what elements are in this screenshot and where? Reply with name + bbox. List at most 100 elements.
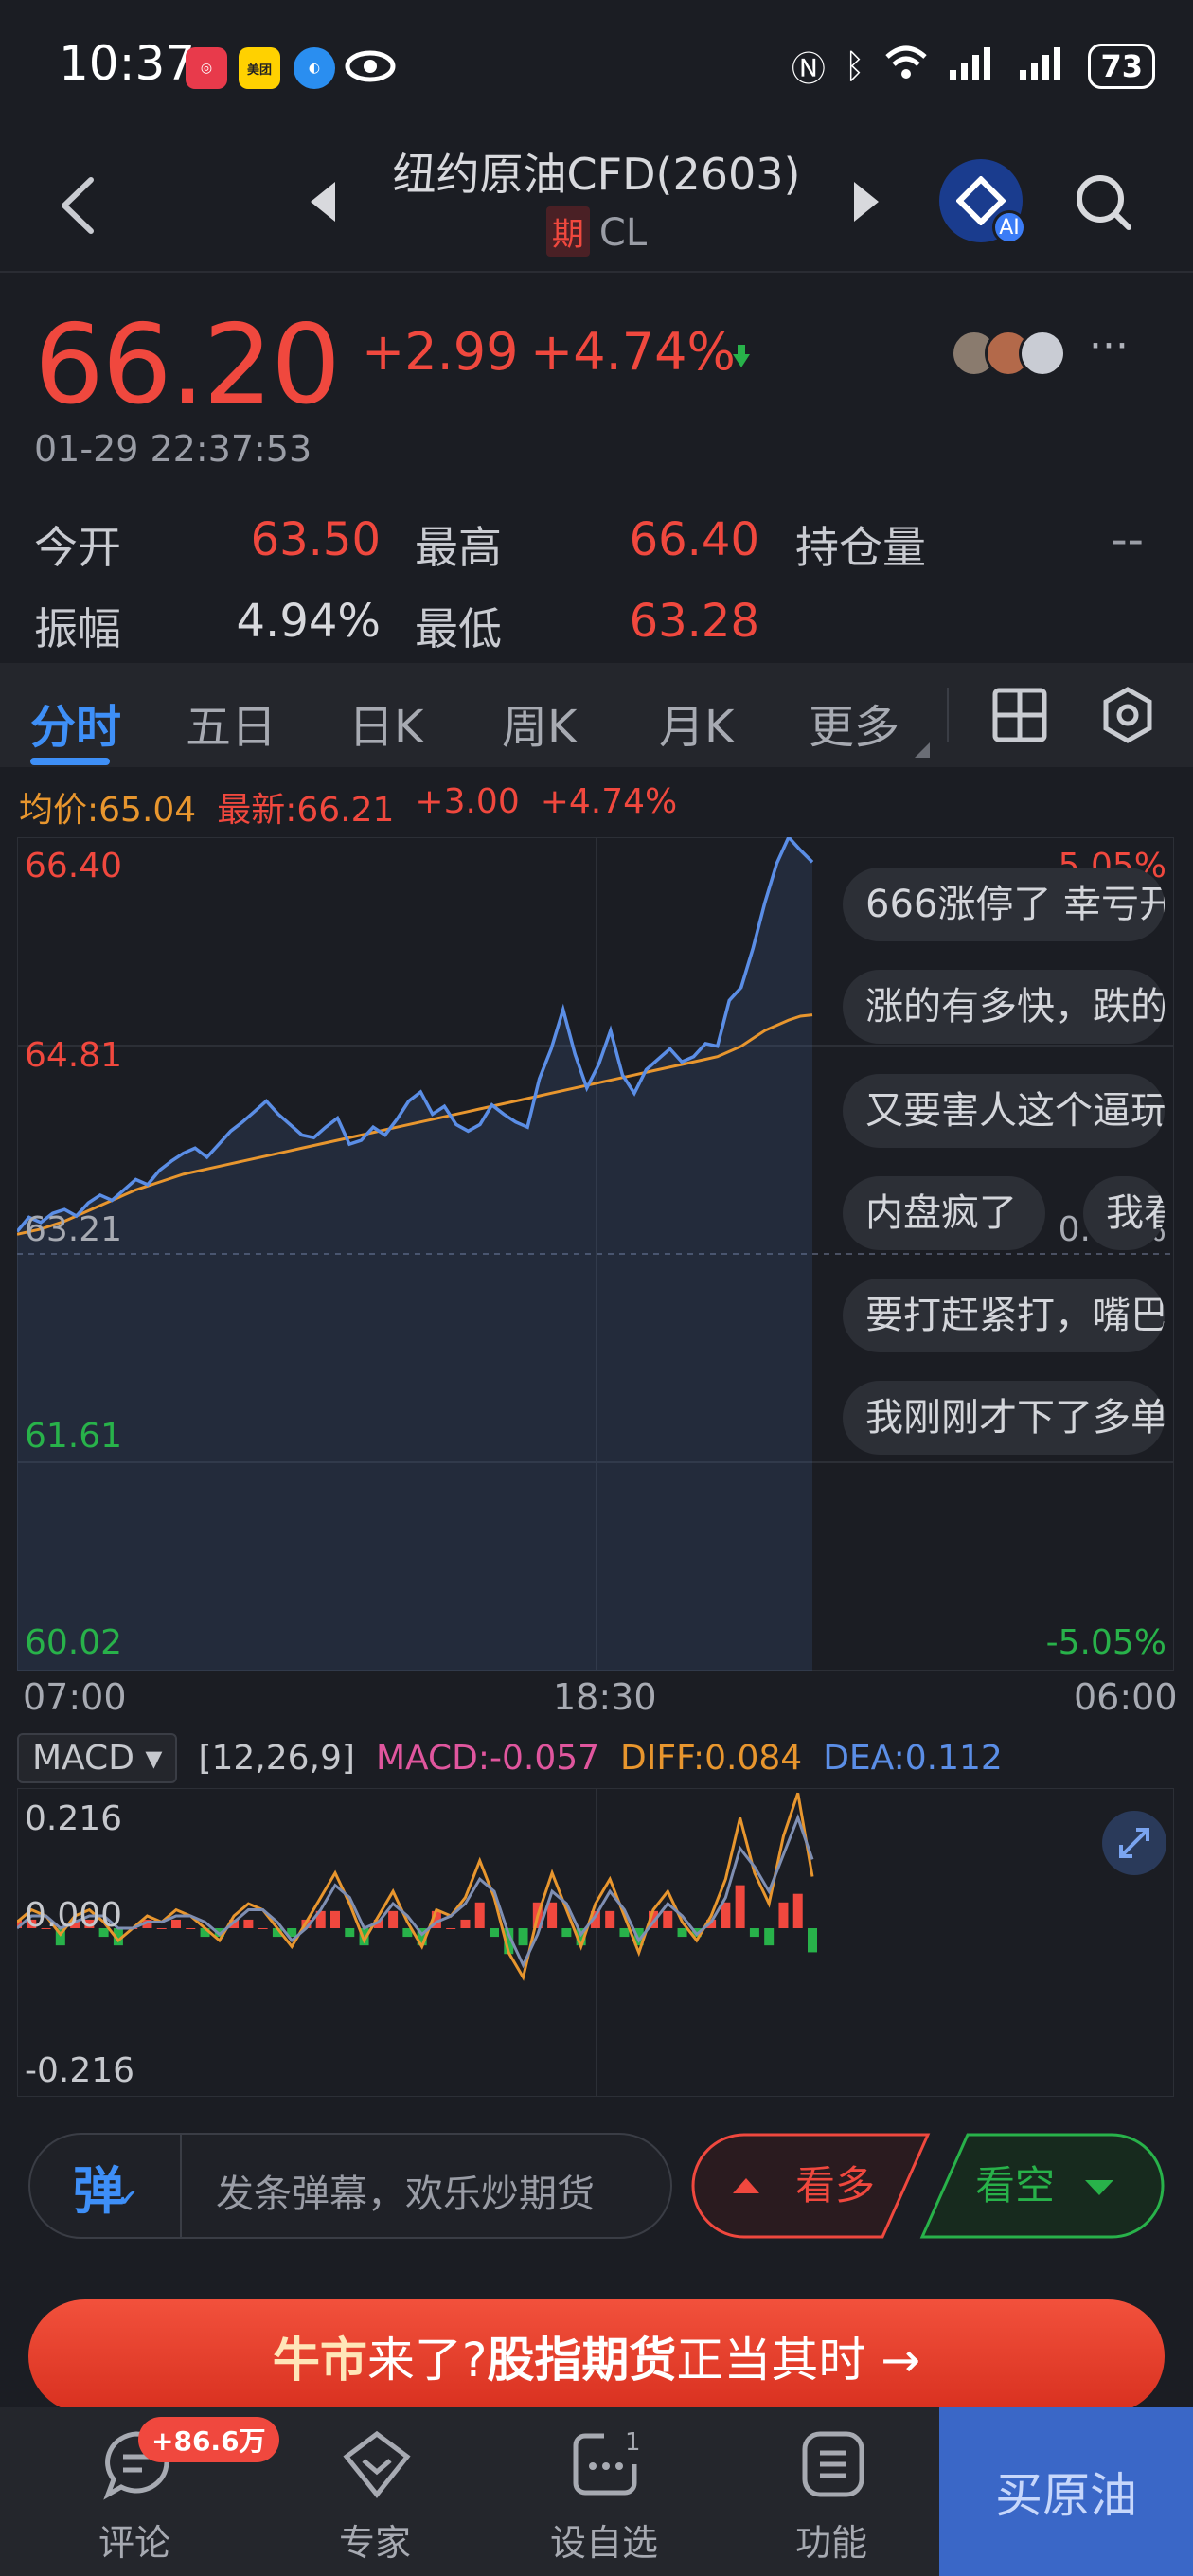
macd-hist-bar [792,1893,803,1928]
macd-hist-bar [547,1902,558,1928]
ai-label: AI [992,210,1026,244]
macd-hist-bar [243,1919,254,1928]
settings-icon[interactable] [1098,686,1157,748]
legend-pct: +4.74% [540,782,678,821]
macd-hist-bar [735,1885,745,1928]
danmu-bubble[interactable]: 要打赶紧打，嘴巴 [843,1279,1165,1352]
diff-value: DIFF:0.084 [620,1738,803,1778]
nav-expert-label: 专家 [338,2522,411,2564]
danmu-bubble[interactable]: 我看 [1083,1176,1165,1250]
legend-change: +3.00 [415,782,520,821]
legend-latest: 最新:66.21 [217,791,395,830]
nav-watchlist[interactable]: 设自选 [490,2407,718,2576]
app-icon: ◎ [186,47,227,89]
expand-icon[interactable] [1102,1811,1166,1875]
expert-icon [343,2430,411,2499]
indicator-select[interactable]: MACD ▾ [17,1732,178,1783]
macd-hist-bar [474,1902,485,1928]
nav-expert[interactable]: 专家 [261,2407,489,2576]
banner-text-4: 正当其时 → [676,2333,921,2388]
more-icon[interactable]: ··· [1089,322,1129,370]
macd-params: [12,26,9] [198,1738,355,1778]
system-icons: Ⓝ ᛒ 73 [792,42,1155,91]
danmu-input[interactable]: 发条弹幕，欢乐炒期货 [216,2163,595,2218]
bearish-button[interactable]: 看空 [918,2133,1165,2239]
macd-hist-bar [490,1928,499,1938]
tab-five-day[interactable]: 五日 [186,689,276,756]
indicator-select-label: MACD [32,1738,134,1778]
tab-intraday[interactable]: 分时 [30,689,121,756]
macd-hist-bar [186,1928,196,1929]
y-tick-top: 66.40 [25,847,122,886]
legend-avg: 均价:65.04 [19,791,197,830]
tab-monthly-k[interactable]: 月K [659,689,734,756]
functions-icon [802,2431,864,2497]
danmu-bubble[interactable]: 666涨停了 幸亏开 [843,868,1165,941]
futures-tag: 期 [545,206,590,257]
danmu-bubble[interactable]: 内盘疯了 [843,1176,1045,1250]
wifi-icon [883,44,929,90]
macd-tick-zero: 0.000 [25,1896,122,1935]
tab-divider [947,688,949,742]
stat-oi-value: -- [1111,513,1144,566]
macd-hist-bar [518,1928,528,1946]
browser-icon: ◐ [294,47,335,89]
macd-hist-bar [721,1902,731,1928]
arrow-down-icon [727,343,756,375]
y-tick-base: 63.21 [25,1210,122,1249]
nav-watchlist-label: 设自选 [549,2522,658,2564]
danmu-bubble[interactable]: 我刚刚才下了多单 [843,1381,1165,1455]
macd-chart[interactable]: 0.216 0.000 -0.216 [17,1788,1174,2097]
tab-active-indicator [30,758,110,765]
macd-header: MACD ▾ [12,26,9] MACD:-0.057 DIFF:0.084 … [17,1729,1182,1786]
status-bar: 10:37 ◎ 美团 ◐ Ⓝ ᛒ 73 [0,0,1193,133]
intraday-chart[interactable]: 66.40 64.81 63.21 61.61 60.02 5.05% 0.00… [17,837,1174,1671]
quote-datetime: 01-29 22:37:53 [34,428,312,470]
danmu-input-bar[interactable]: 弹 ✔ 发条弹幕，欢乐炒期货 [28,2133,672,2239]
next-contract-button[interactable] [850,178,882,229]
macd-hist-bar [778,1902,789,1928]
bullish-button[interactable]: 看多 [691,2133,934,2239]
buy-crude-button[interactable]: 买原油 [939,2407,1193,2576]
period-tabs: 分时 五日 日K 周K 月K 更多 [0,663,1193,767]
nav-functions[interactable]: 功能 [718,2407,945,2576]
tab-more-corner-icon [915,742,930,761]
macd-tick-bottom: -0.216 [25,2051,134,2090]
y-tick-upper: 64.81 [25,1036,122,1075]
stat-high-value: 66.40 [629,513,759,566]
x-tick-end: 06:00 [1074,1676,1178,1718]
macd-value: MACD:-0.057 [375,1738,600,1778]
nav-comment-label: 评论 [98,2522,170,2564]
meituan-icon: 美团 [239,47,280,89]
nfc-icon: Ⓝ [791,50,826,89]
stat-low-label: 最低 [415,603,502,654]
search-icon[interactable] [1072,170,1134,237]
tab-daily-k[interactable]: 日K [348,689,423,756]
banner-text-2: 来了? [366,2333,488,2388]
macd-hist-bar [561,1928,572,1938]
stat-amp-value: 4.94% [236,595,381,648]
grid-layout-icon[interactable] [992,688,1047,746]
price-change-percent: +4.74% [530,322,736,382]
danmu-bubble[interactable]: 又要害人这个逼玩 [843,1074,1165,1148]
tab-weekly-k[interactable]: 周K [502,689,577,756]
status-time: 10:37 [59,36,196,91]
bullish-label: 看多 [795,2162,875,2209]
user-avatars[interactable] [951,330,1066,377]
stat-high-label: 最高 [415,522,502,573]
stat-oi-label: 持仓量 [795,522,926,573]
y-tick-lower: 61.61 [25,1417,122,1456]
danmu-toggle-icon[interactable]: 弹 ✔ [30,2135,182,2237]
signal-icon-2 [1018,44,1069,90]
danmu-bubble[interactable]: 涨的有多快，跌的 [843,970,1165,1044]
tab-more[interactable]: 更多 [809,689,899,756]
macd-hist-bar [345,1928,355,1938]
banner-text-1: 牛市 [272,2333,367,2388]
macd-tick-top: 0.216 [25,1799,122,1838]
ai-assistant-button[interactable]: AI [939,159,1026,244]
macd-hist-bar [677,1928,687,1938]
macd-hist-bar [446,1928,456,1929]
stat-amp-label: 振幅 [34,603,121,654]
promo-banner[interactable]: 牛市 来了? 股指期货 正当其时 → [28,2299,1165,2413]
eye-icon [345,47,396,89]
